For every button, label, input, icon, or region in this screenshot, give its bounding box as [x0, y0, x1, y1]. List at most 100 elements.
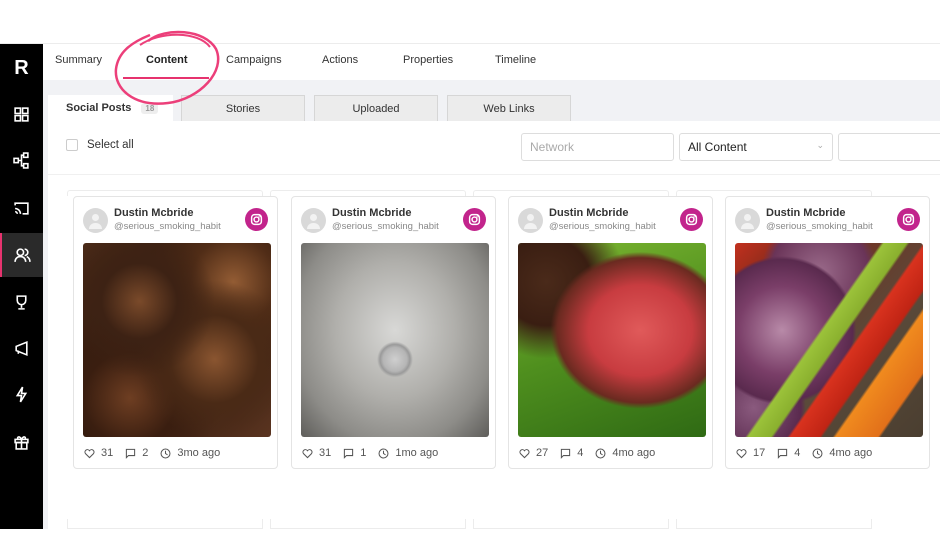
tab-properties[interactable]: Properties — [403, 54, 453, 66]
post-image[interactable] — [301, 243, 489, 437]
likes: 17 — [736, 447, 765, 459]
comment-icon — [126, 448, 136, 459]
content-area: Social Posts 18 Stories Uploaded Web Lin… — [43, 80, 940, 529]
background-card — [676, 519, 872, 529]
post-time: 3mo ago — [160, 447, 220, 459]
post-handle: @serious_smoking_habit — [332, 221, 439, 232]
avatar — [518, 208, 543, 233]
heart-icon — [736, 448, 747, 458]
subtab-label: Social Posts — [66, 102, 132, 114]
select-all[interactable]: Select all — [66, 139, 134, 151]
app-window: R Summary Content Campaigns Actions Prop… — [0, 43, 940, 529]
post-author[interactable]: Dustin Mcbride — [332, 207, 411, 219]
post-handle: @serious_smoking_habit — [766, 221, 873, 232]
content-type-value: All Content — [688, 140, 747, 154]
hierarchy-icon — [13, 151, 29, 169]
users-icon — [14, 247, 31, 262]
sidebar-item-people[interactable] — [0, 233, 43, 277]
avatar — [83, 208, 108, 233]
content-type-select[interactable]: All Content ⌄ — [679, 133, 833, 161]
time-ago: 3mo ago — [177, 447, 221, 459]
sidebar: R — [0, 44, 43, 529]
subtab-stories[interactable]: Stories — [181, 95, 305, 121]
trophy-icon — [16, 294, 27, 310]
sidebar-item-dashboard[interactable] — [0, 92, 43, 136]
select-all-checkbox[interactable] — [66, 139, 78, 151]
sidebar-item-rewards[interactable] — [0, 280, 43, 324]
post-card[interactable]: Dustin Mcbride @serious_smoking_habit 31… — [291, 196, 496, 469]
sidebar-item-actions[interactable] — [0, 372, 43, 416]
time-ago: 4mo ago — [829, 447, 873, 459]
time-ago: 1mo ago — [395, 447, 439, 459]
post-time: 4mo ago — [595, 447, 655, 459]
post-image[interactable] — [83, 243, 271, 437]
background-card — [270, 519, 466, 529]
likes: 27 — [519, 447, 548, 459]
post-handle: @serious_smoking_habit — [549, 221, 656, 232]
megaphone-icon — [15, 340, 28, 356]
posts-panel: Select all Network All Content ⌄ Dustin … — [48, 121, 940, 529]
main-area: Summary Content Campaigns Actions Proper… — [43, 44, 940, 529]
logo[interactable]: R — [0, 56, 43, 80]
lightning-icon — [15, 386, 28, 402]
background-card — [473, 519, 669, 529]
clock-icon — [595, 448, 606, 458]
instagram-icon — [897, 208, 920, 231]
heart-icon — [302, 448, 313, 458]
post-stats: 17 4 4mo ago — [736, 447, 884, 459]
time-ago: 4mo ago — [612, 447, 656, 459]
sidebar-item-gifts[interactable] — [0, 419, 43, 463]
comments: 2 — [125, 447, 148, 459]
tab-timeline[interactable]: Timeline — [495, 54, 536, 66]
grid-icon — [14, 106, 29, 122]
cast-icon — [14, 201, 29, 215]
post-stats: 31 2 3mo ago — [84, 447, 232, 459]
like-count: 17 — [753, 447, 766, 459]
active-tab-indicator — [123, 77, 209, 79]
comment-count: 1 — [360, 447, 367, 459]
subtab-uploaded[interactable]: Uploaded — [314, 95, 438, 121]
select-all-label: Select all — [87, 139, 134, 151]
post-card[interactable]: Dustin Mcbride @serious_smoking_habit 27… — [508, 196, 713, 469]
comment-count: 4 — [577, 447, 584, 459]
subtab-social-posts[interactable]: Social Posts 18 — [48, 95, 173, 121]
instagram-icon — [680, 208, 703, 231]
post-author[interactable]: Dustin Mcbride — [766, 207, 845, 219]
tab-content[interactable]: Content — [146, 54, 188, 66]
tab-summary[interactable]: Summary — [55, 54, 102, 66]
network-filter[interactable]: Network — [521, 133, 674, 161]
instagram-icon — [463, 208, 486, 231]
post-time: 4mo ago — [812, 447, 872, 459]
post-card[interactable]: Dustin Mcbride @serious_smoking_habit 31… — [73, 196, 278, 469]
tab-actions[interactable]: Actions — [322, 54, 358, 66]
heart-icon — [84, 448, 95, 458]
comments: 1 — [343, 447, 366, 459]
comments: 4 — [560, 447, 583, 459]
gift-icon — [14, 435, 29, 450]
comment-icon — [778, 448, 788, 459]
post-image[interactable] — [518, 243, 706, 437]
post-stats: 31 1 1mo ago — [302, 447, 450, 459]
post-author[interactable]: Dustin Mcbride — [114, 207, 193, 219]
subtab-web-links[interactable]: Web Links — [447, 95, 571, 121]
comment-icon — [561, 448, 571, 459]
post-author[interactable]: Dustin Mcbride — [549, 207, 628, 219]
like-count: 31 — [319, 447, 332, 459]
post-image[interactable] — [735, 243, 923, 437]
sidebar-item-campaigns[interactable] — [0, 326, 43, 370]
count-badge: 18 — [141, 102, 159, 114]
extra-filter[interactable] — [838, 133, 940, 161]
instagram-icon — [245, 208, 268, 231]
clock-icon — [812, 448, 823, 458]
comment-icon — [344, 448, 354, 459]
post-handle: @serious_smoking_habit — [114, 221, 221, 232]
likes: 31 — [302, 447, 331, 459]
tab-campaigns[interactable]: Campaigns — [226, 54, 282, 66]
sidebar-item-hierarchy[interactable] — [0, 138, 43, 182]
post-card[interactable]: Dustin Mcbride @serious_smoking_habit 17… — [725, 196, 930, 469]
sidebar-item-cast[interactable] — [0, 186, 43, 230]
comment-count: 2 — [142, 447, 149, 459]
avatar — [735, 208, 760, 233]
top-tabs: Summary Content Campaigns Actions Proper… — [43, 44, 940, 80]
divider — [48, 174, 940, 175]
